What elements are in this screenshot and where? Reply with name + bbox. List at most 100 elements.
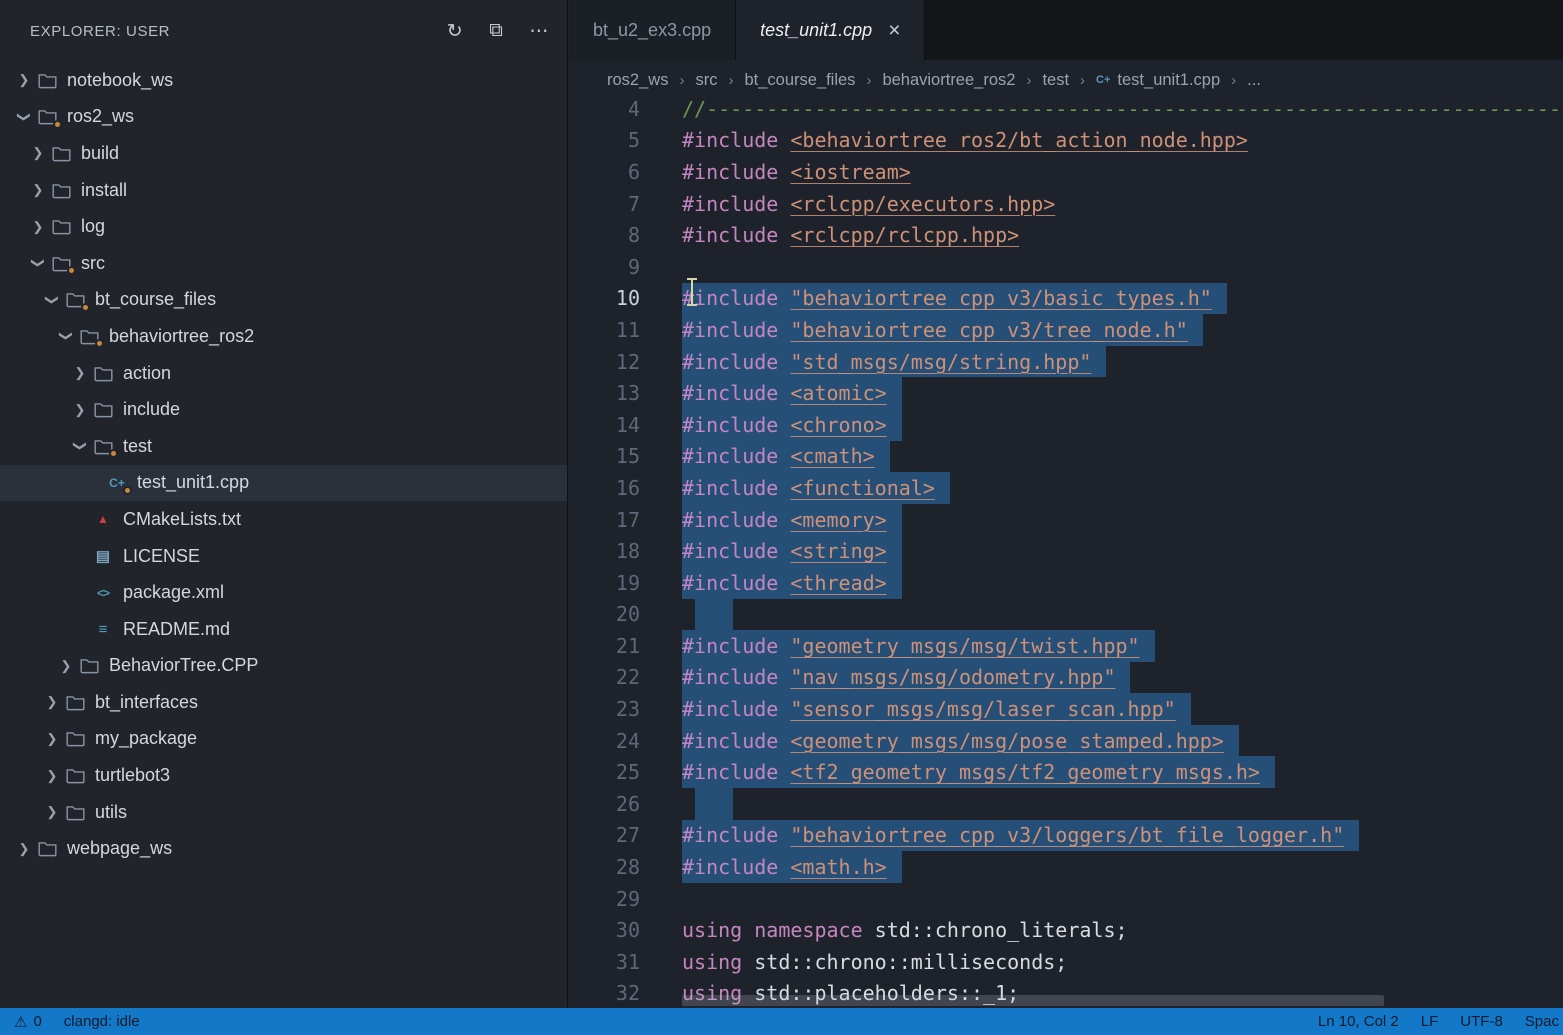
status-encoding-indicator[interactable]: UTF-8 [1460,1013,1503,1030]
chevron-right-icon[interactable]: ❯ [40,804,64,820]
line-number[interactable]: 22 [569,662,640,694]
line-number[interactable]: 15 [569,441,640,473]
chevron-down-icon[interactable]: ❯ [44,288,60,312]
line-number[interactable]: 19 [569,567,640,599]
tree-item-turtlebot3[interactable]: ❯turtlebot3 [0,757,567,794]
code-line-23[interactable]: 23#include "sensor_msgs/msg/laser_scan.h… [569,693,1563,725]
chevron-down-icon[interactable]: ❯ [30,251,46,275]
breadcrumb-item-...[interactable]: ... [1247,71,1261,90]
line-number[interactable]: 6 [569,156,640,188]
line-number[interactable]: 14 [569,409,640,441]
line-number[interactable]: 25 [569,756,640,788]
tree-item-LICENSE[interactable]: ▤LICENSE [0,538,567,575]
tree-item-webpage_ws[interactable]: ❯webpage_ws [0,830,567,867]
code-line-19[interactable]: 19#include <thread> [569,567,1563,599]
tree-item-bt_interfaces[interactable]: ❯bt_interfaces [0,684,567,721]
horizontal-scrollbar[interactable] [682,995,1384,1006]
code-line-29[interactable]: 29 [569,883,1563,915]
tree-item-src[interactable]: ❯src [0,245,567,282]
close-icon[interactable]: × [888,20,900,41]
code-editor[interactable]: 4//-------------------------------------… [569,100,1563,1008]
line-number[interactable]: 32 [569,978,640,1008]
tree-item-utils[interactable]: ❯utils [0,794,567,831]
line-number[interactable]: 7 [569,188,640,220]
line-number[interactable]: 16 [569,472,640,504]
line-number[interactable]: 31 [569,946,640,978]
status-indentation-indicator[interactable]: Spac [1525,1013,1559,1030]
collapse-folders-icon[interactable]: ⧉ [489,20,503,43]
code-line-7[interactable]: 7#include <rclcpp/executors.hpp> [569,188,1563,220]
code-line-10[interactable]: 10#include "behaviortree_cpp_v3/basic_ty… [569,283,1563,315]
line-number[interactable]: 8 [569,219,640,251]
line-number[interactable]: 27 [569,820,640,852]
breadcrumb-item-src[interactable]: src [695,71,717,90]
chevron-right-icon[interactable]: ❯ [12,72,36,88]
status-clangd-status[interactable]: clangd: idle [64,1013,140,1030]
tree-item-action[interactable]: ❯action [0,355,567,392]
code-line-21[interactable]: 21#include "geometry_msgs/msg/twist.hpp" [569,630,1563,662]
code-line-14[interactable]: 14#include <chrono> [569,409,1563,441]
code-line-5[interactable]: 5#include <behaviortree_ros2/bt_action_n… [569,125,1563,157]
breadcrumb-item-ros2_ws[interactable]: ros2_ws [607,71,668,90]
chevron-right-icon[interactable]: ❯ [68,365,92,381]
code-line-20[interactable]: 20 [569,599,1563,631]
code-line-31[interactable]: 31using std::chrono::milliseconds; [569,946,1563,978]
more-actions-icon[interactable]: ⋯ [529,20,549,43]
code-line-22[interactable]: 22#include "nav_msgs/msg/odometry.hpp" [569,662,1563,694]
tree-item-include[interactable]: ❯include [0,391,567,428]
line-number[interactable]: 26 [569,788,640,820]
code-line-11[interactable]: 11#include "behaviortree_cpp_v3/tree_nod… [569,314,1563,346]
code-line-8[interactable]: 8#include <rclcpp/rclcpp.hpp> [569,219,1563,251]
tree-item-test_unit1.cpp[interactable]: C+test_unit1.cpp [0,465,567,502]
chevron-right-icon[interactable]: ❯ [12,841,36,857]
chevron-right-icon[interactable]: ❯ [26,219,50,235]
line-number[interactable]: 9 [569,251,640,283]
code-line-27[interactable]: 27#include "behaviortree_cpp_v3/loggers/… [569,820,1563,852]
chevron-right-icon[interactable]: ❯ [26,182,50,198]
breadcrumb-item-test[interactable]: test [1042,71,1069,90]
tree-item-bt_course_files[interactable]: ❯bt_course_files [0,282,567,319]
breadcrumb-item-bt_course_files[interactable]: bt_course_files [744,71,855,90]
line-number[interactable]: 30 [569,914,640,946]
line-number[interactable]: 5 [569,125,640,157]
tab-bt_u2_ex3.cpp[interactable]: bt_u2_ex3.cpp [569,0,736,60]
line-number[interactable]: 10 [569,283,640,315]
chevron-down-icon[interactable]: ❯ [58,324,74,348]
chevron-right-icon[interactable]: ❯ [40,694,64,710]
line-number[interactable]: 20 [569,599,640,631]
line-number[interactable]: 29 [569,883,640,915]
tree-item-install[interactable]: ❯install [0,172,567,209]
status-cursor-position[interactable]: Ln 10, Col 2 [1318,1013,1399,1030]
tab-test_unit1.cpp[interactable]: test_unit1.cpp× [736,0,925,60]
tree-item-BehaviorTree.CPP[interactable]: ❯BehaviorTree.CPP [0,648,567,685]
line-number[interactable]: 12 [569,346,640,378]
code-line-17[interactable]: 17#include <memory> [569,504,1563,536]
tree-item-behaviortree_ros2[interactable]: ❯behaviortree_ros2 [0,318,567,355]
line-number[interactable]: 11 [569,314,640,346]
chevron-right-icon[interactable]: ❯ [40,731,64,747]
code-line-24[interactable]: 24#include <geometry_msgs/msg/pose_stamp… [569,725,1563,757]
line-number[interactable]: 23 [569,693,640,725]
code-line-30[interactable]: 30using namespace std::chrono_literals; [569,914,1563,946]
code-line-9[interactable]: 9 [569,251,1563,283]
tree-item-notebook_ws[interactable]: ❯notebook_ws [0,62,567,99]
chevron-right-icon[interactable]: ❯ [54,658,78,674]
chevron-right-icon[interactable]: ❯ [68,402,92,418]
line-number[interactable]: 4 [569,100,640,125]
line-number[interactable]: 13 [569,377,640,409]
tree-item-build[interactable]: ❯build [0,135,567,172]
line-number[interactable]: 28 [569,851,640,883]
tree-item-log[interactable]: ❯log [0,208,567,245]
line-number[interactable]: 21 [569,630,640,662]
status-problems[interactable]: ⚠0 [14,1013,42,1031]
code-line-26[interactable]: 26 [569,788,1563,820]
code-line-6[interactable]: 6#include <iostream> [569,156,1563,188]
code-line-16[interactable]: 16#include <functional> [569,472,1563,504]
chevron-right-icon[interactable]: ❯ [26,145,50,161]
code-line-28[interactable]: 28#include <math.h> [569,851,1563,883]
breadcrumb-item-behaviortree_ros2[interactable]: behaviortree_ros2 [882,71,1015,90]
code-line-4[interactable]: 4//-------------------------------------… [569,100,1563,125]
tree-item-package.xml[interactable]: <>package.xml [0,574,567,611]
tree-item-my_package[interactable]: ❯my_package [0,721,567,758]
tree-item-CMakeLists.txt[interactable]: ▲CMakeLists.txt [0,501,567,538]
